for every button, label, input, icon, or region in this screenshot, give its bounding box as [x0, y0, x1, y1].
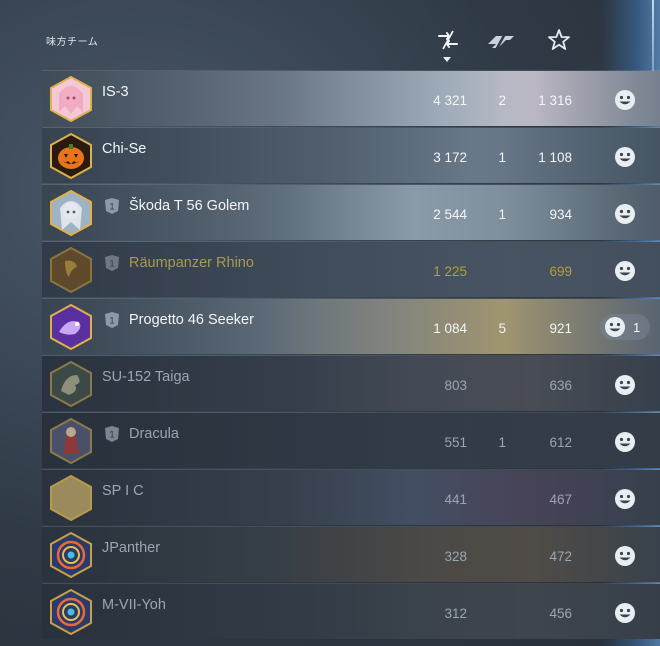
player-name: SU-152 Taiga — [102, 369, 190, 385]
damage-value: 312 — [444, 606, 467, 621]
purple-creature-avatar[interactable] — [49, 304, 93, 350]
kills-value: 1 — [498, 150, 506, 165]
damage-value: 328 — [444, 549, 467, 564]
kills-value: 1 — [498, 207, 506, 222]
smile-reaction-icon[interactable] — [614, 203, 636, 225]
plain-gold-avatar[interactable] — [49, 475, 93, 521]
player-name: Progetto 46 Seeker — [129, 312, 254, 328]
player-row[interactable]: M-VII-Yoh 312 456 — [42, 583, 660, 639]
damage-sort-icon[interactable] — [436, 28, 460, 52]
xp-value: 699 — [549, 264, 572, 279]
smile-reaction-icon[interactable] — [614, 146, 636, 168]
player-name: Škoda T 56 Golem — [129, 198, 250, 214]
damage-value: 4 321 — [433, 93, 467, 108]
smile-reaction-icon[interactable] — [614, 260, 636, 282]
xp-value: 467 — [549, 492, 572, 507]
player-row[interactable]: 1 Škoda T 56 Golem 2 544 1 934 — [42, 184, 660, 240]
xp-value: 636 — [549, 378, 572, 393]
smile-reaction-button[interactable]: 1 — [600, 314, 650, 340]
smile-reaction-icon[interactable] — [614, 431, 636, 453]
knight-avatar[interactable] — [49, 418, 93, 464]
mandala-avatar[interactable] — [49, 589, 93, 635]
player-name: M-VII-Yoh — [102, 597, 166, 613]
smile-reaction-icon[interactable] — [614, 488, 636, 510]
team-label: 味方チーム — [46, 37, 99, 48]
player-row[interactable]: SU-152 Taiga 803 636 — [42, 355, 660, 411]
tier-badge-icon: 1 — [102, 253, 122, 273]
player-name: Räumpanzer Rhino — [129, 255, 254, 271]
tier-badge-icon: 1 — [102, 196, 122, 216]
xp-value: 472 — [549, 549, 572, 564]
tier-badge-label: 1 — [109, 202, 114, 212]
tier-badge-label: 1 — [109, 316, 114, 326]
player-row[interactable]: 1 Progetto 46 Seeker 1 084 5 921 1 — [42, 298, 660, 354]
damage-value: 3 172 — [433, 150, 467, 165]
damage-value: 803 — [444, 378, 467, 393]
dragon-emblem-avatar[interactable] — [49, 361, 93, 407]
xp-value: 921 — [549, 321, 572, 336]
kills-icon[interactable] — [486, 28, 518, 52]
anime-girl-white-avatar[interactable] — [49, 190, 93, 236]
player-name: Dracula — [129, 426, 179, 442]
player-name: Chi-Se — [102, 141, 147, 157]
smile-reaction-icon[interactable] — [614, 545, 636, 567]
damage-value: 441 — [444, 492, 467, 507]
smile-reaction-icon[interactable] — [614, 89, 636, 111]
player-name: JPanther — [102, 540, 161, 556]
sort-descending-icon — [443, 57, 451, 62]
player-name: SP I C — [102, 483, 144, 499]
xp-value: 612 — [549, 435, 572, 450]
player-row[interactable]: 1 Dracula 551 1 612 — [42, 412, 660, 468]
kills-value: 1 — [498, 435, 506, 450]
tier-badge-icon: 1 — [102, 310, 122, 330]
damage-value: 551 — [444, 435, 467, 450]
damage-value: 1 084 — [433, 321, 467, 336]
smile-reaction-icon[interactable] — [614, 602, 636, 624]
tier-badge-label: 1 — [109, 259, 114, 269]
player-row[interactable]: IS-3 4 321 2 1 316 — [42, 70, 660, 126]
xp-value: 934 — [549, 207, 572, 222]
player-list: IS-3 4 321 2 1 316 Chi-Se 3 172 1 1 108 … — [42, 70, 660, 640]
damage-value: 2 544 — [433, 207, 467, 222]
kills-value: 5 — [498, 321, 506, 336]
player-name: IS-3 — [102, 84, 129, 100]
player-row[interactable]: SP I C 441 467 — [42, 469, 660, 525]
gold-emblem-avatar[interactable] — [49, 247, 93, 293]
pumpkin-avatar[interactable] — [49, 133, 93, 179]
xp-value: 456 — [549, 606, 572, 621]
mandala-avatar[interactable] — [49, 532, 93, 578]
tier-badge-label: 1 — [109, 430, 114, 440]
kills-value: 2 — [498, 93, 506, 108]
anime-girl-pink-avatar[interactable] — [49, 76, 93, 122]
tier-badge-icon: 1 — [102, 424, 122, 444]
player-row[interactable]: 1 Räumpanzer Rhino 1 225 699 — [42, 241, 660, 297]
xp-value: 1 316 — [538, 93, 572, 108]
player-row[interactable]: Chi-Se 3 172 1 1 108 — [42, 127, 660, 183]
xp-value: 1 108 — [538, 150, 572, 165]
smile-reaction-icon — [604, 316, 626, 338]
smile-reaction-icon[interactable] — [614, 374, 636, 396]
star-xp-icon[interactable] — [547, 28, 571, 52]
damage-value: 1 225 — [433, 264, 467, 279]
player-row[interactable]: JPanther 328 472 — [42, 526, 660, 582]
reaction-count: 1 — [633, 319, 641, 335]
